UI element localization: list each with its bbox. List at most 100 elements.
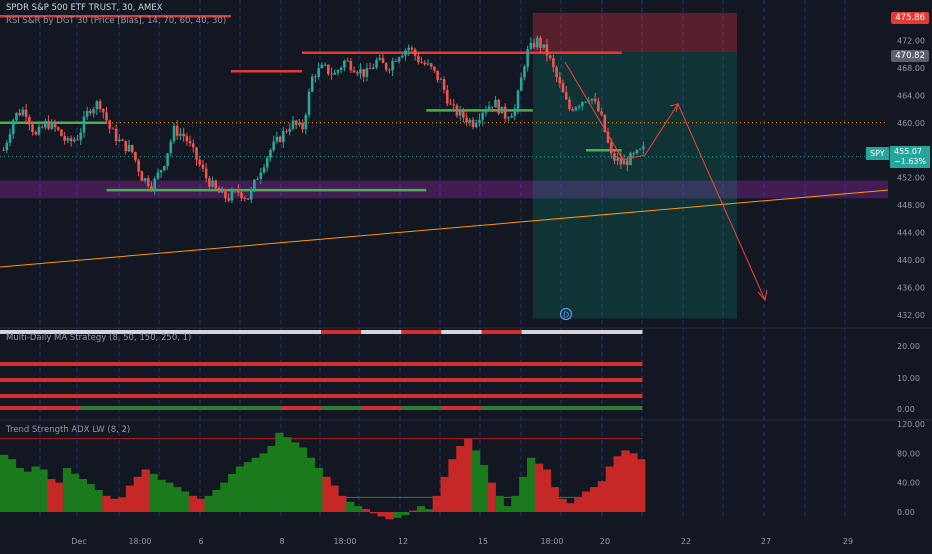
candle-body (564, 92, 568, 100)
adx-bar (228, 473, 237, 512)
ma-y-tick: 0.00 (897, 405, 915, 414)
ma-strip-segment (240, 406, 282, 410)
candle-body (484, 110, 488, 113)
ma-strip-segment (481, 406, 523, 410)
candle-body (76, 139, 79, 141)
candle-body (590, 98, 594, 101)
candle-body (542, 44, 546, 48)
chart-area[interactable]: 432.00436.00440.00444.00448.00452.00456.… (0, 0, 932, 550)
candle-body (73, 139, 76, 142)
candle-body (140, 171, 144, 181)
candle-body (455, 105, 459, 116)
candle-body (282, 130, 285, 143)
candle-body (519, 77, 523, 91)
adx-bar (235, 466, 245, 512)
candle-body (552, 58, 555, 68)
adx-bar (47, 479, 56, 512)
adx-y-tick: 0.00 (897, 508, 915, 517)
candle-body (330, 73, 333, 75)
adx-bar (0, 454, 9, 512)
candle-body (429, 63, 433, 67)
candle-body (568, 99, 571, 109)
chart-svg[interactable]: 432.00436.00440.00444.00448.00452.00456.… (0, 0, 932, 550)
candle-body (214, 180, 218, 189)
adx-bar (558, 498, 567, 512)
adx-bar (322, 476, 331, 512)
symbol-tag: SPY (866, 147, 889, 160)
adx-bar (78, 479, 87, 512)
adx-bar (243, 462, 253, 512)
candle-body (217, 188, 221, 193)
adx-bar (409, 510, 418, 512)
adx-bar (133, 476, 142, 512)
candle-body (92, 109, 95, 114)
adx-bar (479, 465, 489, 512)
candle-body (233, 189, 237, 192)
candle-body (471, 119, 475, 127)
adx-bar (589, 487, 599, 512)
adx-bar (306, 457, 316, 512)
candle-body (555, 67, 558, 78)
candle-body (230, 191, 234, 201)
candle-body (404, 50, 407, 56)
candle-body (243, 198, 247, 199)
last-price-badge: 455.07 −1.63% (890, 146, 931, 168)
x-tick-label: 20 (600, 537, 610, 546)
candle-body (146, 178, 150, 186)
adx-bar (94, 490, 103, 512)
candle-body (259, 172, 263, 179)
candle-body (272, 141, 275, 151)
x-tick-label: Dec (71, 537, 86, 546)
candle-body (211, 180, 214, 187)
ma-strip-segment (401, 406, 442, 410)
candle-body (478, 119, 481, 123)
candle-body (246, 198, 250, 200)
adx-bar (125, 485, 135, 512)
candle-body (384, 62, 388, 70)
candle-body (629, 153, 632, 166)
candle-body (635, 149, 639, 154)
candle-body (574, 107, 578, 111)
adx-bar (487, 482, 496, 512)
adx-bar (621, 450, 630, 512)
x-tick-label: 8 (279, 537, 284, 546)
candle-body (375, 59, 378, 68)
adx-pane-title: Trend Strength ADX LW (8, 2) (6, 425, 131, 435)
candle-body (632, 153, 636, 155)
adx-bar (165, 482, 174, 512)
candle-body (269, 150, 272, 158)
adx-bar (393, 512, 402, 518)
candle-body (526, 49, 529, 67)
candle-body (256, 178, 259, 180)
candle-body (323, 64, 327, 66)
candle-body (465, 117, 468, 123)
adx-bar (401, 512, 410, 515)
candle-body (426, 63, 430, 65)
adx-bar (424, 509, 434, 512)
candle-body (474, 122, 478, 127)
x-tick-label: 18:00 (540, 537, 563, 546)
adx-bar (416, 506, 426, 512)
candle-body (79, 132, 83, 140)
candle-body (523, 66, 526, 78)
candle-body (95, 101, 99, 110)
candle-body (626, 160, 629, 166)
candle-body (503, 106, 507, 119)
candle-body (56, 127, 60, 130)
ma-strip-segment (361, 406, 402, 410)
candle-body (584, 101, 587, 103)
candle-body (15, 112, 18, 121)
candle-body (487, 106, 491, 111)
candle-body (413, 49, 417, 56)
candle-body (346, 60, 349, 62)
adx-bar (7, 459, 17, 512)
candle-body (581, 102, 584, 107)
candle-body (616, 158, 619, 161)
chart-title: SPDR S&P 500 ETF TRUST, 30, AMEX (6, 3, 163, 13)
candle-body (130, 144, 134, 152)
candle-body (529, 42, 533, 50)
ma-strip-segment (441, 330, 482, 334)
candle-body (310, 76, 314, 92)
candle-body (339, 67, 343, 71)
candle-body (449, 103, 452, 105)
